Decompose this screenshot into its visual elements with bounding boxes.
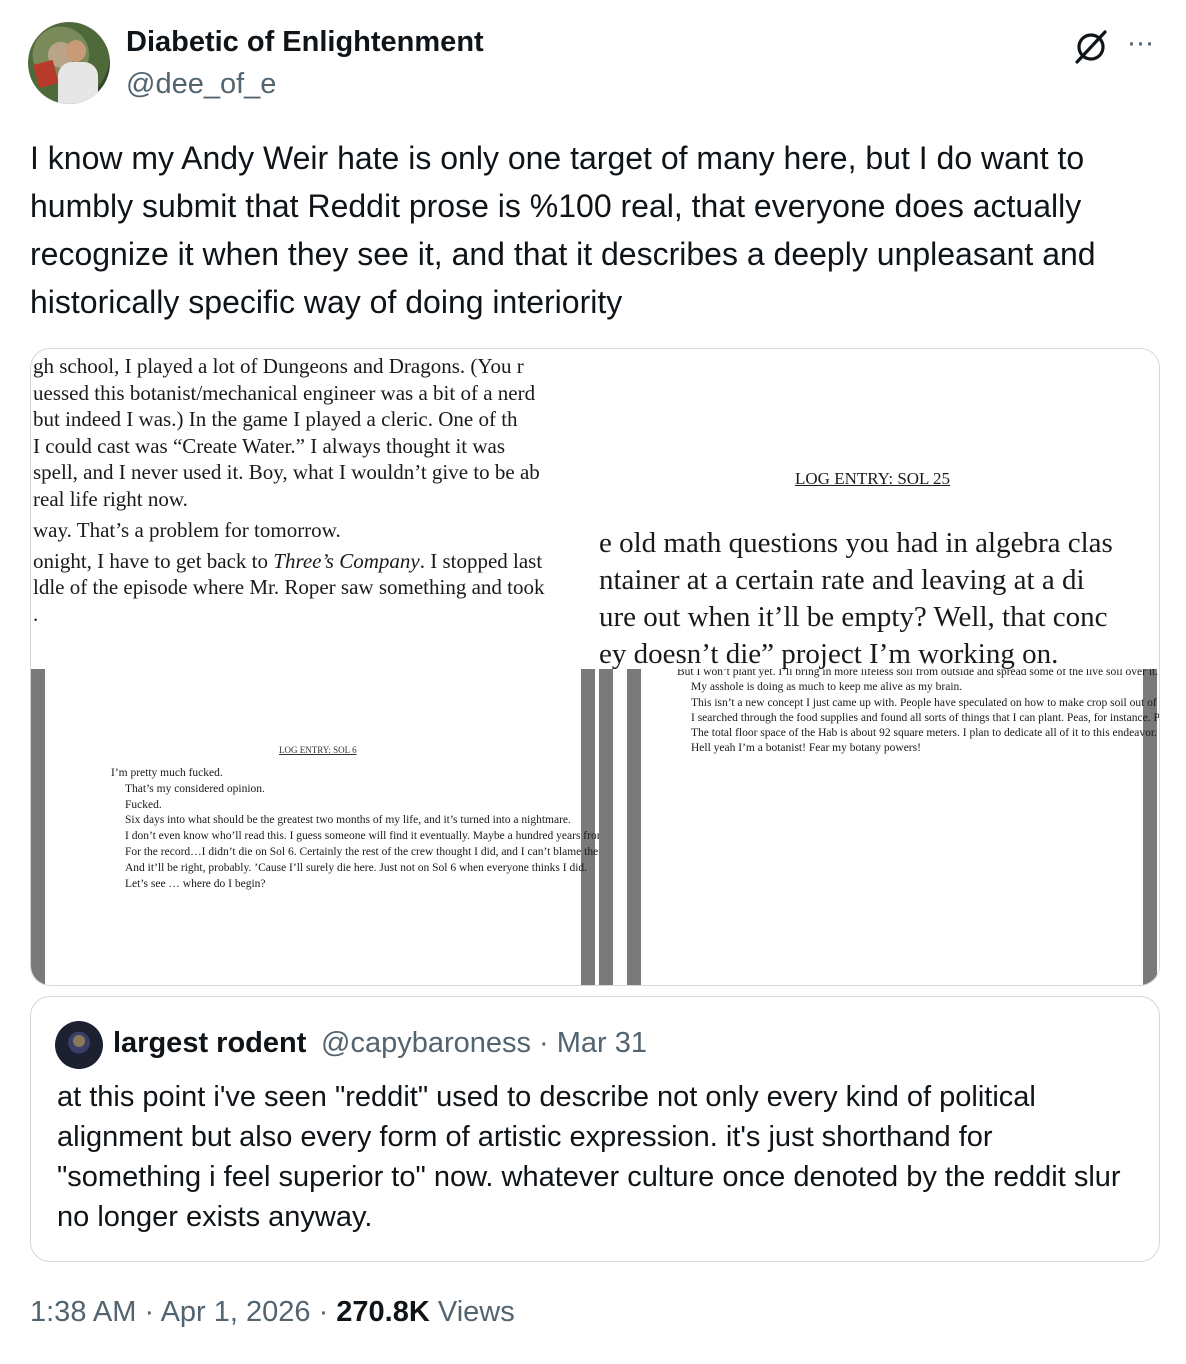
avatar-shirt <box>58 62 98 104</box>
log-entry-heading: LOG ENTRY: SOL 6 <box>279 745 357 755</box>
scan-paragraph: My asshole is doing as much to keep me a… <box>691 681 963 694</box>
scan-line: way. That’s a problem for tomorrow. <box>33 518 341 542</box>
quoted-author-name[interactable]: largest rodent <box>113 1027 306 1060</box>
avatar-detail <box>73 1035 85 1047</box>
tweet-text: I know my Andy Weir hate is only one tar… <box>30 140 1096 320</box>
scan-body: I’m pretty much fucked. That’s my consid… <box>111 766 599 892</box>
avatar-book <box>33 59 59 89</box>
scan-line-start: onight, I have to get back to <box>33 548 274 573</box>
book-scan-botany: But I won’t plant yet. I’ll bring in mor… <box>599 669 1159 985</box>
avatar-face <box>66 40 86 62</box>
scan-line: ure out when it’ll be empty? Well, that … <box>599 601 1108 633</box>
scan-paragraph: This isn’t a new concept I just came up … <box>691 696 1159 709</box>
scan-line-end: . I stopped last <box>419 548 543 573</box>
quoted-author-meta[interactable]: @capybaroness · Mar 31 <box>321 1027 647 1060</box>
book-scan-dnd: gh school, I played a lot of Dungeons an… <box>31 349 599 621</box>
scan-line: ntainer at a certain rate and leaving at… <box>599 564 1085 596</box>
scan-line-title: Three’s Company <box>273 548 420 573</box>
scan-paragraph: But I won’t plant yet. I’ll bring in mor… <box>677 669 1159 678</box>
scan-line: . <box>33 601 39 622</box>
author-handle[interactable]: @dee_of_e <box>126 68 276 101</box>
tweet-media[interactable]: gh school, I played a lot of Dungeons an… <box>30 348 1160 986</box>
page-edge <box>31 669 45 985</box>
tweet-header: Diabetic of Enlightenment @dee_of_e ··· <box>28 22 1158 106</box>
scan-line: ldle of the episode where Mr. Roper saw … <box>33 575 545 599</box>
scan-paragraph: Let’s see … where do I begin? <box>125 877 266 890</box>
quoted-author-avatar[interactable] <box>55 1021 103 1069</box>
scan-line: e old math questions you had in algebra … <box>599 527 1113 559</box>
scan-line: real life right now. <box>33 486 188 511</box>
scan-body: But I won’t plant yet. I’ll bring in mor… <box>677 669 1159 757</box>
scan-line: but indeed I was.) In the game I played … <box>33 407 518 431</box>
book-scan-sol25: LOG ENTRY: SOL 25 e old math questions y… <box>599 349 1159 669</box>
more-options-icon[interactable]: ··· <box>1122 28 1158 64</box>
book-scan-sol6: LOG ENTRY: SOL 6 I’m pretty much fucked.… <box>31 669 599 985</box>
scan-line: uessed this botanist/mechanical engineer… <box>33 380 536 405</box>
scan-large-text: e old math questions you had in algebra … <box>599 525 1113 669</box>
page-edge <box>599 669 613 985</box>
scan-paragraph: Six days into what should be the greates… <box>125 814 571 827</box>
grok-icon[interactable] <box>1072 28 1110 66</box>
author-avatar[interactable] <box>28 22 110 104</box>
scan-line: onight, I have to get back to Three’s Co… <box>33 548 599 575</box>
scan-paragraph: And it’ll be right, probably. ’Cause I’l… <box>125 861 588 874</box>
scan-line: ey doesn’t die” project I’m working on. <box>599 638 1059 669</box>
scan-line: spell, and I never used it. Boy, what I … <box>33 460 540 484</box>
scan-line: I could cast was “Create Water.” I alway… <box>33 433 506 458</box>
quoted-tweet[interactable]: largest rodent @capybaroness · Mar 31 at… <box>30 996 1160 1262</box>
author-display-name[interactable]: Diabetic of Enlightenment <box>126 26 484 59</box>
quoted-tweet-text: at this point i've seen "reddit" used to… <box>57 1081 1121 1233</box>
scan-line: gh school, I played a lot of Dungeons an… <box>33 354 524 378</box>
scan-paragraph: Fucked. <box>125 798 162 811</box>
page-edge <box>627 669 641 985</box>
scan-paragraph: I don’t even know who’ll read this. I gu… <box>125 830 599 843</box>
views-count: 270.8K <box>336 1296 430 1328</box>
scan-paragraph: That’s my considered opinion. <box>125 782 265 795</box>
page-edge <box>581 669 595 985</box>
views-label: Views <box>429 1296 515 1328</box>
scan-paragraph: I searched through the food supplies and… <box>691 711 1159 724</box>
log-entry-heading: LOG ENTRY: SOL 25 <box>795 469 951 488</box>
scan-paragraph: Hell yeah I’m a botanist! Fear my botany… <box>691 742 921 755</box>
tweet-footer: 1:38 AM · Apr 1, 2026 · 270.8K Views <box>30 1296 515 1329</box>
scan-paragraph: I’m pretty much fucked. <box>111 767 223 779</box>
tweet-timestamp[interactable]: 1:38 AM · Apr 1, 2026 · <box>30 1296 336 1328</box>
scan-paragraph: For the record…I didn’t die on Sol 6. Ce… <box>125 845 599 858</box>
scan-paragraph: The total floor space of the Hab is abou… <box>691 727 1159 740</box>
